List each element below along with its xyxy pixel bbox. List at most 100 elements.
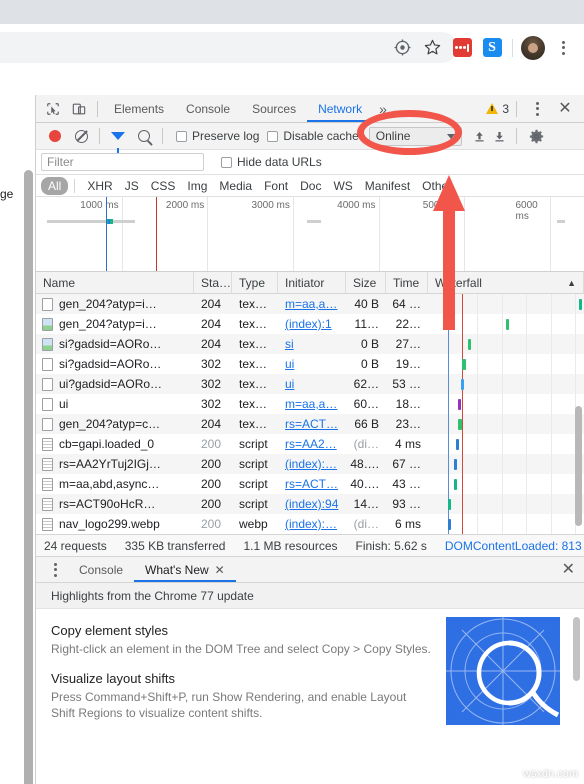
- column-header-initiator[interactable]: Initiator: [278, 271, 346, 294]
- type-filter-doc[interactable]: Doc: [294, 178, 327, 194]
- throttle-dropdown[interactable]: Online: [368, 126, 462, 146]
- hide-data-urls-box[interactable]: [221, 156, 232, 168]
- inspect-element-icon[interactable]: [40, 96, 66, 122]
- type-filter-all[interactable]: All: [41, 176, 69, 195]
- column-header-type[interactable]: Type: [232, 271, 278, 294]
- waterfall-gridline: [550, 374, 552, 394]
- disable-cache-checkbox[interactable]: Disable cache: [267, 129, 359, 143]
- cell-waterfall: [428, 294, 584, 314]
- page-scrollbar[interactable]: [23, 170, 34, 784]
- cell-type: tex…: [239, 357, 268, 371]
- cell-name-text: gen_204?atyp=i…: [59, 317, 157, 331]
- whats-new-scrollbar[interactable]: [573, 617, 580, 681]
- cell-type: webp: [239, 517, 268, 531]
- overview-request-band: [78, 220, 107, 223]
- profile-avatar[interactable]: [518, 33, 548, 63]
- cell-status: 204: [201, 317, 222, 331]
- warning-badge[interactable]: 3: [486, 102, 509, 116]
- table-row[interactable]: rs=AA2YrTuj2IGj… 200 script (index):… 48…. 67…: [36, 454, 584, 474]
- disable-cache-label: Disable cache: [283, 129, 359, 143]
- network-table-body[interactable]: gen_204?atyp=i… 204 tex… m=aa,a… 40 B 64 … gen…: [36, 294, 584, 534]
- column-header-name[interactable]: Name: [36, 271, 194, 294]
- tab-sources[interactable]: Sources: [241, 95, 307, 122]
- column-header-waterfall[interactable]: Waterfall ▲: [428, 271, 584, 294]
- drawer-tab-close-icon[interactable]: ✕: [215, 563, 225, 577]
- column-header-size[interactable]: Size: [346, 271, 386, 294]
- table-row[interactable]: nav_logo299.webp 200 webp (index):… (di… 6 ms: [36, 514, 584, 534]
- chrome-menu-icon[interactable]: [548, 33, 578, 63]
- waterfall-gridline: [526, 514, 528, 534]
- hide-data-urls-checkbox[interactable]: Hide data URLs: [221, 155, 322, 169]
- column-header-time[interactable]: Time: [386, 271, 428, 294]
- table-row[interactable]: gen_204?atyp=i… 204 tex… m=aa,a… 40 B 64 …: [36, 294, 584, 314]
- network-settings-button[interactable]: [524, 123, 550, 149]
- preserve-log-box[interactable]: [176, 130, 187, 142]
- waterfall-gridline: [550, 394, 552, 414]
- more-tabs-icon[interactable]: »: [373, 101, 393, 117]
- waterfall-gridline: [526, 334, 528, 354]
- cell-name-text: cb=gapi.loaded_0: [59, 437, 155, 451]
- drawer-menu-icon[interactable]: [42, 557, 68, 583]
- type-filter-css[interactable]: CSS: [145, 178, 182, 194]
- search-icon[interactable]: [131, 123, 157, 149]
- column-header-status[interactable]: Sta…: [194, 271, 232, 294]
- table-row[interactable]: gen_204?atyp=i… 204 tex… (index):1 11… 22…: [36, 314, 584, 334]
- table-row[interactable]: ui 302 tex… m=aa,a… 60… 18…: [36, 394, 584, 414]
- blank-icon: [42, 377, 53, 391]
- table-row[interactable]: rs=ACT90oHcR… 200 script (index):94 14… 93 …: [36, 494, 584, 514]
- type-filter-js[interactable]: JS: [119, 178, 145, 194]
- type-filter-font[interactable]: Font: [258, 178, 294, 194]
- cell-waterfall: [428, 334, 584, 354]
- preserve-log-checkbox[interactable]: Preserve log: [176, 129, 259, 143]
- network-overview-timeline[interactable]: 1000 ms 2000 ms 3000 ms 4000 ms 5000 ms 6000 …: [36, 197, 584, 272]
- waterfall-gridline: [526, 474, 528, 494]
- tab-network[interactable]: Network: [307, 95, 373, 122]
- disable-cache-box[interactable]: [267, 130, 279, 142]
- table-row[interactable]: si?gadsid=AORo… 204 tex… si 0 B 27…: [36, 334, 584, 354]
- record-button[interactable]: [42, 123, 68, 149]
- drawer-close-icon[interactable]: ✕: [562, 561, 584, 578]
- cell-type: tex…: [239, 417, 268, 431]
- overview-request-band: [110, 220, 126, 223]
- clear-button[interactable]: [68, 123, 94, 149]
- cell-size: 11…: [354, 317, 379, 331]
- type-filter-ws[interactable]: WS: [327, 178, 358, 194]
- filter-input[interactable]: Filter: [41, 153, 204, 171]
- device-toolbar-icon[interactable]: [66, 96, 92, 122]
- cell-time: 4 ms: [394, 437, 421, 451]
- type-filter-img[interactable]: Img: [181, 178, 213, 194]
- extension-red-icon[interactable]: [447, 33, 477, 63]
- table-row[interactable]: si?gadsid=AORo… 302 tex… ui 0 B 19…: [36, 354, 584, 374]
- overview-gridline: [464, 197, 466, 271]
- filter-icon[interactable]: [105, 123, 131, 153]
- extension-blue-icon[interactable]: S: [477, 33, 507, 63]
- import-har-button[interactable]: [470, 126, 490, 146]
- table-row[interactable]: ui?gadsid=AORo… 302 tex… ui 62… 53 …: [36, 374, 584, 394]
- table-scrollbar[interactable]: [575, 406, 582, 526]
- cell-size: 48….: [350, 457, 379, 471]
- tabbar-right-divider: [516, 100, 517, 117]
- cell-status: 204: [201, 417, 222, 431]
- bookmark-star-icon[interactable]: [417, 33, 447, 63]
- type-filter-other[interactable]: Other: [416, 178, 458, 194]
- table-row[interactable]: m=aa,abd,async… 200 script rs=ACT… 40…. 43 …: [36, 474, 584, 494]
- tab-elements[interactable]: Elements: [103, 95, 175, 122]
- waterfall-bar: [454, 479, 457, 490]
- table-row[interactable]: gen_204?atyp=c… 204 tex… rs=ACT… 66 B 23…: [36, 414, 584, 434]
- drawer-tab-whats-new[interactable]: What's New ✕: [134, 557, 236, 582]
- kebab-menu-icon[interactable]: [524, 96, 550, 122]
- location-target-icon[interactable]: [387, 33, 417, 63]
- close-devtools-icon[interactable]: ✕: [552, 96, 578, 122]
- waterfall-gridline: [501, 314, 503, 334]
- cell-waterfall: [428, 394, 584, 414]
- type-filter-manifest[interactable]: Manifest: [359, 178, 416, 194]
- cell-type: tex…: [239, 397, 268, 411]
- blank-icon: [42, 417, 53, 431]
- cell-name-text: rs=AA2YrTuj2IGj…: [59, 457, 161, 471]
- type-filter-xhr[interactable]: XHR: [81, 178, 118, 194]
- type-filter-media[interactable]: Media: [213, 178, 258, 194]
- drawer-tab-console[interactable]: Console: [68, 557, 134, 582]
- table-row[interactable]: cb=gapi.loaded_0 200 script rs=AA2… (di… 4 ms: [36, 434, 584, 454]
- tab-console[interactable]: Console: [175, 95, 241, 122]
- export-har-button[interactable]: [490, 126, 510, 146]
